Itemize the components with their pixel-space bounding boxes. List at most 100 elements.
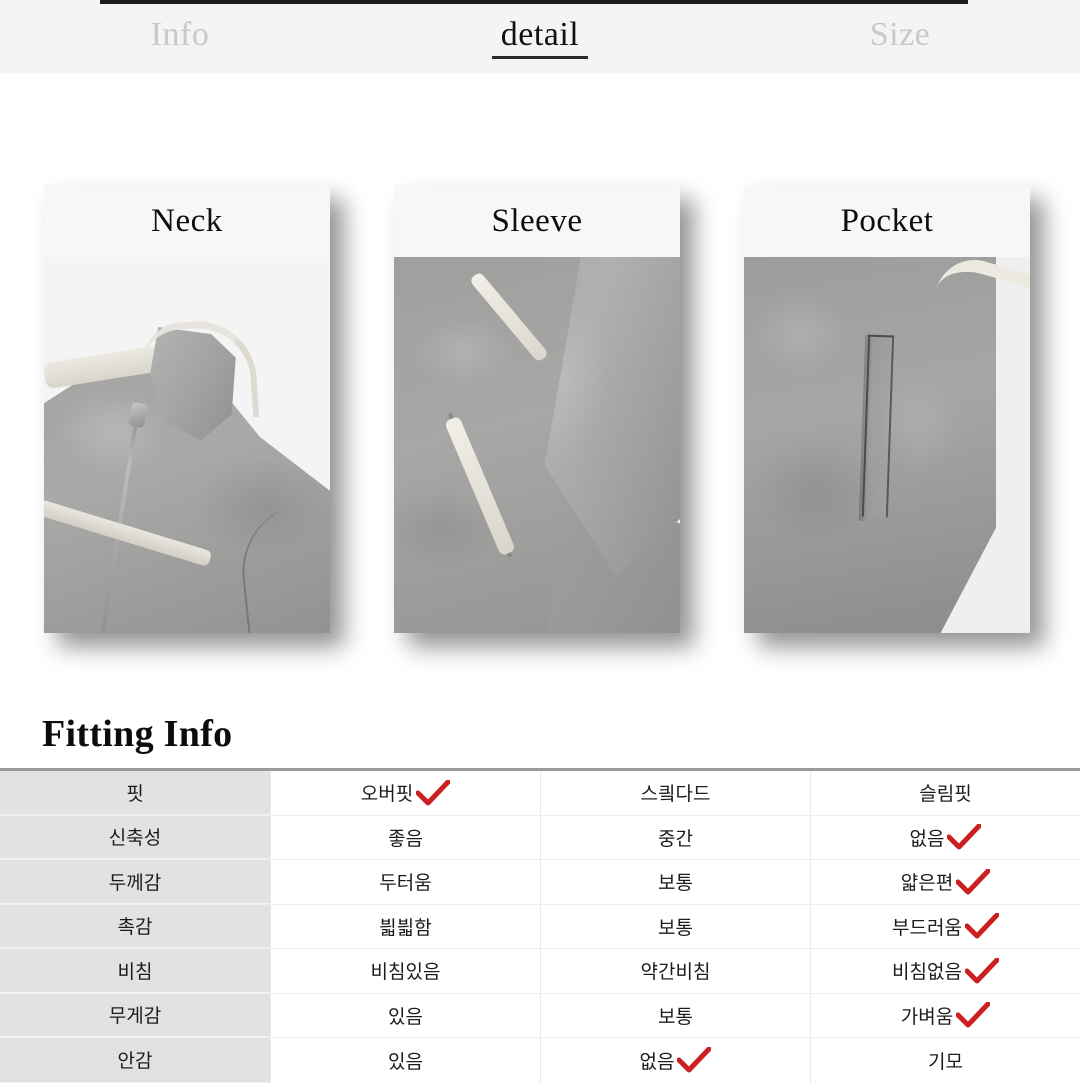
fitting-option-label: 보통 [658,1005,693,1028]
fitting-option-content: 중간 [658,824,693,851]
tab-detail[interactable]: detail [360,0,720,73]
fitting-option-label: 보통 [658,872,693,895]
fitting-option-content: 기모 [928,1047,963,1074]
fitting-option-selected[interactable]: 오버핏 [270,771,540,815]
fitting-option-content: 오버핏 [360,779,451,806]
fitting-option[interactable]: 슬림핏 [810,771,1080,815]
fitting-row: 신축성 좋음 중간 없음 [0,815,1080,860]
detail-card-neck-title: Neck [151,202,223,239]
fitting-option-label: 있음 [388,1005,423,1028]
fitting-option-selected[interactable]: 부드러움 [810,904,1080,948]
detail-card-pocket[interactable]: Pocket [744,185,1030,633]
fitting-row-label: 핏 [0,771,270,815]
fitting-info-table: 핏 오버핏 스킠다드 슬림핏 신축성 좋음 중간 없음 두께감 두터움 보통 얇은편 촉감 븳븳함 보통 부드… [0,768,1080,1083]
fitting-option-content: 븳븳함 [379,913,431,940]
fitting-option[interactable]: 약간비침 [540,949,810,993]
tab-info[interactable]: Info [0,0,360,73]
fitting-option-selected[interactable]: 없음 [810,815,1080,859]
fitting-option-content: 보통 [658,1002,693,1029]
fitting-info-heading: Fitting Info [42,713,233,755]
fitting-row-label: 신축성 [0,815,270,859]
fitting-row-label: 무게감 [0,993,270,1037]
fitting-row: 두께감 두터움 보통 얇은편 [0,860,1080,905]
tab-size-label: Size [869,15,931,53]
check-icon [956,1002,991,1028]
tab-bar: Info detail Size [0,0,1080,73]
fitting-option-selected[interactable]: 비침없음 [810,949,1080,993]
fitting-option-label: 두터움 [379,872,432,895]
fitting-row-label: 두께감 [0,860,270,904]
check-icon [964,957,999,984]
fitting-option-content: 없음 [640,1047,712,1074]
fitting-row-label: 비침 [0,949,270,993]
fitting-option[interactable]: 보통 [540,860,810,904]
fitting-option-label: 스킠다드 [640,783,711,806]
fitting-option-content: 없음 [910,824,982,851]
check-icon [964,913,999,939]
tab-info-label: Info [150,15,210,53]
fitting-option-label: 있음 [388,1050,423,1073]
fitting-option[interactable]: 좋음 [270,815,540,859]
fitting-option-content: 있음 [388,1002,423,1029]
fitting-option-content: 스킠다드 [641,779,711,806]
fitting-option[interactable]: 보통 [540,904,810,948]
fitting-option[interactable]: 있음 [270,1038,540,1083]
fitting-option-label: 비침있음 [370,961,441,984]
tab-active-underline [492,56,588,59]
fitting-option[interactable]: 보통 [540,993,810,1037]
fitting-option-label: 기모 [928,1050,963,1073]
fitting-option-content: 약간비침 [641,957,711,984]
check-icon [416,779,451,806]
fitting-row-label: 촉감 [0,904,270,948]
tab-detail-label: detail [500,15,580,53]
fitting-option[interactable]: 기모 [810,1038,1080,1083]
fitting-option-label: 비침없음 [892,961,962,984]
fitting-option-label: 없음 [639,1050,675,1073]
detail-card-pocket-header: Pocket [744,185,1030,257]
fitting-option-label: 오버핏 [360,783,414,806]
check-icon [956,868,991,895]
detail-card-gallery: Neck Sleeve Pocket [0,73,1080,693]
fitting-option[interactable]: 중간 [540,815,810,859]
fitting-option-content: 보통 [658,868,693,895]
tab-size[interactable]: Size [720,0,1080,73]
fitting-option[interactable]: 븳븳함 [270,904,540,948]
tab-list: Info detail Size [0,0,1080,73]
fitting-option-content: 두터움 [379,868,431,895]
fitting-option[interactable]: 두터움 [270,860,540,904]
fitting-row-label: 안감 [0,1038,270,1083]
fitting-option-selected[interactable]: 없음 [540,1038,810,1083]
fitting-option-content: 슬림핏 [919,779,971,806]
detail-card-neck-header: Neck [44,185,330,257]
fitting-option-content: 얇은편 [900,868,991,895]
detail-card-neck[interactable]: Neck [44,185,330,633]
fitting-option-selected[interactable]: 가벼움 [810,993,1080,1037]
fitting-row: 안감 있음 없음 기모 [0,1038,1080,1083]
fitting-option-label: 없음 [909,827,945,850]
check-icon [947,824,982,850]
fitting-option-content: 있음 [388,1047,423,1074]
fitting-option-label: 슬림핏 [919,783,972,806]
check-icon [677,1047,712,1073]
fitting-option-label: 부드러움 [892,916,962,939]
fitting-option[interactable]: 비침있음 [270,949,540,993]
detail-photo-neck [44,257,330,633]
fitting-option-content: 좋음 [388,824,423,851]
fitting-row: 비침 비침있음 약간비침 비침없음 [0,949,1080,994]
detail-card-pocket-title: Pocket [840,202,934,239]
fitting-row: 촉감 븳븳함 보통 부드러움 [0,904,1080,949]
detail-card-sleeve-header: Sleeve [394,185,680,257]
detail-card-sleeve[interactable]: Sleeve [394,185,680,633]
fitting-option-label: 약간비침 [640,961,711,984]
fitting-option[interactable]: 있음 [270,993,540,1037]
fitting-option[interactable]: 스킠다드 [540,771,810,815]
fitting-option-label: 가벼움 [900,1005,954,1028]
fitting-option-content: 비침있음 [371,957,441,984]
fitting-option-label: 븳븳함 [379,916,432,939]
fitting-option-label: 얇은편 [900,872,954,895]
detail-photo-sleeve [394,257,680,633]
detail-card-sleeve-title: Sleeve [491,202,583,239]
fitting-option-label: 좋음 [388,827,423,850]
fitting-option-selected[interactable]: 얇은편 [810,860,1080,904]
fitting-row: 핏 오버핏 스킠다드 슬림핏 [0,771,1080,816]
